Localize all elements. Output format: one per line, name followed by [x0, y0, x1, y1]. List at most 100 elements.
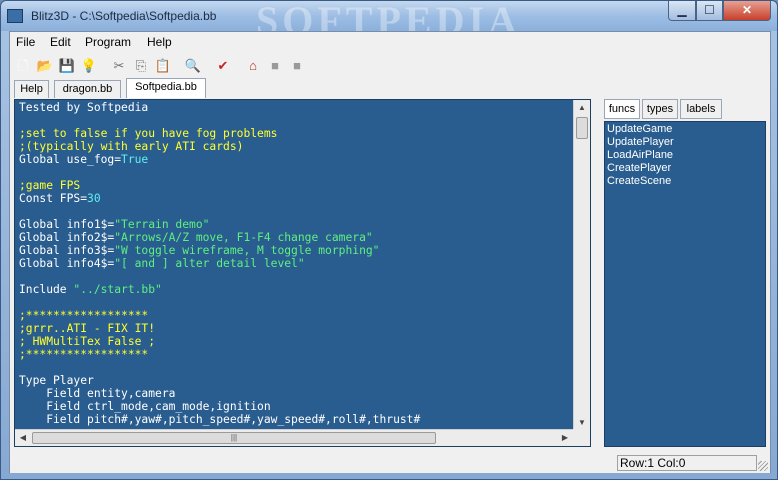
code-token: 30: [87, 192, 101, 205]
code-line[interactable]: Field pitch#,yaw#,pitch_speed#,yaw_speed…: [19, 413, 575, 426]
scroll-left-arrow-icon[interactable]: ◀: [15, 430, 31, 446]
code-line[interactable]: [19, 361, 575, 374]
run-icon[interactable]: ✔: [214, 57, 232, 75]
code-line[interactable]: [19, 166, 575, 179]
code-line[interactable]: ;set to false if you have fog problems: [19, 127, 575, 140]
cut-icon[interactable]: ✂: [110, 57, 128, 75]
home-icon-glyph: ⌂: [249, 58, 257, 73]
close-button[interactable]: ✕: [723, 1, 771, 21]
horizontal-scrollbar[interactable]: ◀ ||| ▶: [15, 429, 573, 446]
code-token: ;set to false if you have fog problems: [19, 127, 278, 140]
find-icon-glyph: 🔍: [184, 58, 202, 73]
tab-labels[interactable]: labels: [680, 99, 722, 119]
code-token: ;grrr..ATI - FIX IT!: [19, 322, 156, 335]
code-token: Type Player: [19, 374, 94, 387]
function-list-item[interactable]: CreatePlayer: [607, 162, 763, 175]
run-icon-glyph: ✔: [217, 58, 229, 73]
tab-help[interactable]: Help: [14, 80, 49, 98]
scroll-up-arrow-icon[interactable]: ▲: [574, 100, 590, 116]
code-line[interactable]: [19, 296, 575, 309]
scroll-corner: [573, 429, 590, 446]
function-list-item[interactable]: UpdatePlayer: [607, 136, 763, 149]
code-token: Field pitch#,yaw#,pitch_speed#,yaw_speed…: [19, 413, 421, 426]
code-token: "[ and ] alter detail level": [114, 257, 305, 270]
code-editor[interactable]: Tested by Softpedia ;set to false if you…: [14, 99, 591, 447]
tab-dragon-bb[interactable]: dragon.bb: [54, 80, 121, 98]
code-line[interactable]: ;******************: [19, 309, 575, 322]
menu-file[interactable]: File: [16, 35, 35, 49]
function-list-item[interactable]: LoadAirPlane: [607, 149, 763, 162]
paste-icon-glyph: 📋: [154, 58, 172, 73]
app-window: SOFTPEDIA Blitz3D - C:\Softpedia\Softped…: [0, 0, 778, 480]
window-title: Blitz3D - C:\Softpedia\Softpedia.bb: [31, 9, 217, 23]
code-token: Tested by Softpedia: [19, 101, 149, 114]
code-line[interactable]: [19, 270, 575, 283]
new-file-icon-glyph: 🗋: [17, 58, 29, 73]
code-line[interactable]: ; HWMultiTex False ;: [19, 335, 575, 348]
code-token: Field entity,camera: [19, 387, 176, 400]
code-token: ;game FPS: [19, 179, 81, 192]
code-token: "W toggle wireframe, M toggle morphing": [114, 244, 380, 257]
code-line[interactable]: Global info1$="Terrain demo": [19, 218, 575, 231]
code-line[interactable]: ;******************: [19, 348, 575, 361]
code-line[interactable]: [19, 114, 575, 127]
code-line[interactable]: Tested by Softpedia: [19, 101, 575, 114]
code-token: Global info4$=: [19, 257, 115, 270]
function-list-item[interactable]: UpdateGame: [607, 123, 763, 136]
code-token: "../start.bb": [73, 283, 162, 296]
code-line[interactable]: ;grrr..ATI - FIX IT!: [19, 322, 575, 335]
code-line[interactable]: ;game FPS: [19, 179, 575, 192]
code-line[interactable]: [19, 205, 575, 218]
menu-bar: File Edit Program Help: [10, 32, 770, 52]
back-icon[interactable]: ■: [266, 57, 284, 75]
menu-help[interactable]: Help: [147, 35, 172, 49]
code-token: Global info3$=: [19, 244, 115, 257]
vertical-scroll-thumb[interactable]: [576, 117, 588, 139]
code-line[interactable]: Global info3$="W toggle wireframe, M tog…: [19, 244, 575, 257]
tab-types[interactable]: types: [642, 99, 678, 119]
code-text[interactable]: Tested by Softpedia ;set to false if you…: [19, 101, 575, 431]
code-token: "Terrain demo": [114, 218, 210, 231]
code-line[interactable]: Type Player: [19, 374, 575, 387]
function-list[interactable]: UpdateGame UpdatePlayer LoadAirPlane Create…: [604, 121, 766, 447]
code-line[interactable]: ;(typically with early ATI cards): [19, 140, 575, 153]
home-icon[interactable]: ⌂: [244, 57, 262, 75]
close-file-icon[interactable]: 💡: [80, 57, 98, 75]
paste-icon[interactable]: 📋: [154, 57, 172, 75]
function-list-item[interactable]: CreateScene: [607, 175, 763, 188]
menu-edit[interactable]: Edit: [50, 35, 71, 49]
code-token: ;******************: [19, 309, 149, 322]
code-line[interactable]: Include "../start.bb": [19, 283, 575, 296]
code-line[interactable]: Const FPS=30: [19, 192, 575, 205]
scroll-right-arrow-icon[interactable]: ▶: [557, 430, 573, 446]
code-token: Include: [19, 283, 74, 296]
code-token: Global info2$=: [19, 231, 115, 244]
save-icon-glyph: 💾: [58, 58, 76, 73]
menu-program[interactable]: Program: [85, 35, 131, 49]
forward-icon-glyph: ■: [293, 58, 301, 73]
copy-icon[interactable]: ⎘: [132, 57, 150, 75]
minimize-button[interactable]: ▁: [668, 1, 696, 21]
app-icon: [7, 9, 23, 23]
horizontal-scroll-thumb[interactable]: |||: [32, 432, 436, 444]
new-file-icon[interactable]: 🗋: [14, 57, 32, 75]
vertical-scrollbar[interactable]: ▲ ▼: [573, 100, 590, 431]
code-line[interactable]: Global info2$="Arrows/A/Z move, F1-F4 ch…: [19, 231, 575, 244]
code-line[interactable]: Global use_fog=True: [19, 153, 575, 166]
code-token: Field ctrl_mode,cam_mode,ignition: [19, 400, 271, 413]
maximize-button[interactable]: ☐: [696, 1, 723, 21]
forward-icon[interactable]: ■: [288, 57, 306, 75]
tab-softpedia-bb[interactable]: Softpedia.bb: [126, 78, 206, 98]
tab-funcs[interactable]: funcs: [604, 99, 640, 119]
code-line[interactable]: Field entity,camera: [19, 387, 575, 400]
resize-grip-icon[interactable]: [758, 461, 768, 471]
code-line[interactable]: Global info4$="[ and ] alter detail leve…: [19, 257, 575, 270]
save-icon[interactable]: 💾: [58, 57, 76, 75]
open-folder-icon[interactable]: 📂: [36, 57, 54, 75]
find-icon[interactable]: 🔍: [184, 57, 202, 75]
title-bar[interactable]: SOFTPEDIA Blitz3D - C:\Softpedia\Softped…: [1, 1, 777, 31]
code-line[interactable]: Field ctrl_mode,cam_mode,ignition: [19, 400, 575, 413]
